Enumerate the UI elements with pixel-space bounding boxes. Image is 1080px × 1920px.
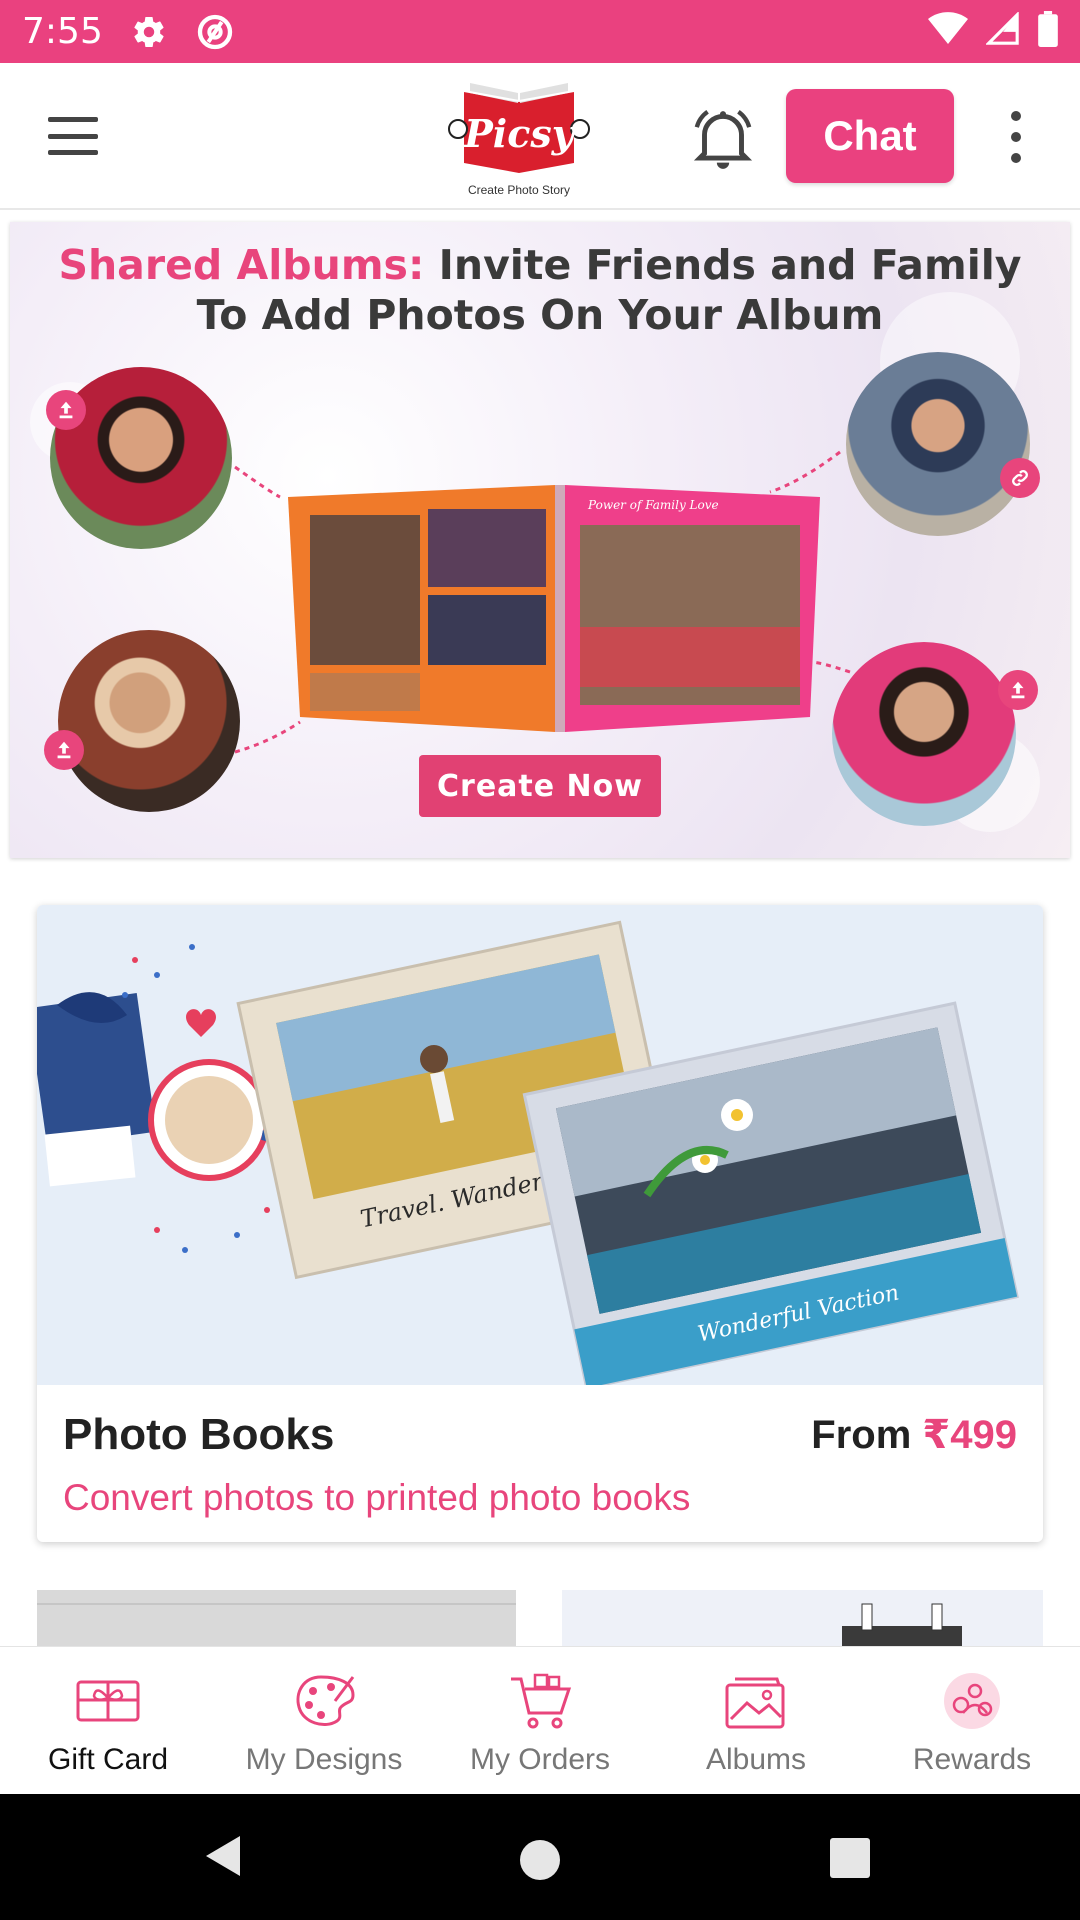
price-prefix: From	[811, 1413, 912, 1457]
hamburger-menu-icon[interactable]	[44, 111, 102, 161]
nav-albums[interactable]: Albums	[648, 1647, 864, 1794]
card-subtitle: Convert photos to printed photo books	[63, 1477, 691, 1518]
next-product-tile[interactable]	[37, 1590, 516, 1648]
nav-label: Gift Card	[47, 1743, 169, 1776]
at-sign-icon	[195, 12, 235, 52]
status-time: 7:55	[22, 11, 103, 52]
overflow-menu-icon[interactable]	[996, 107, 1036, 167]
status-bar: 7:55	[0, 0, 1080, 63]
rewards-icon	[939, 1671, 1005, 1731]
status-right	[928, 11, 1058, 52]
nav-gift-card[interactable]: Gift Card	[0, 1647, 216, 1794]
home-icon[interactable]	[516, 1836, 564, 1884]
logo-tagline: Create Photo Story	[467, 183, 571, 197]
wifi-icon	[928, 12, 968, 51]
price-amount: ₹499	[922, 1413, 1017, 1457]
create-now-button[interactable]: Create Now	[419, 755, 661, 817]
shared-albums-banner[interactable]: Shared Albums: Invite Friends and Family…	[10, 222, 1070, 858]
card-price: From ₹499	[811, 1412, 1017, 1458]
photo-books-image: Travel. Wander. Repeat. Wonderful Vactio…	[37, 905, 1043, 1385]
palette-icon	[291, 1671, 357, 1731]
notification-bell-icon[interactable]	[686, 101, 760, 175]
cart-icon	[507, 1671, 573, 1731]
card-title: Photo Books	[63, 1410, 335, 1459]
nav-label: Albums	[705, 1743, 807, 1776]
book-page-caption: Power of Family Love	[587, 498, 719, 512]
gift-card-icon	[75, 1671, 141, 1731]
nav-my-designs[interactable]: My Designs	[216, 1647, 432, 1794]
settings-icon	[131, 14, 167, 50]
nav-label: Rewards	[912, 1743, 1032, 1776]
picsy-logo[interactable]: Picsy Create Photo Story	[444, 73, 594, 201]
nav-rewards[interactable]: Rewards	[864, 1647, 1080, 1794]
bottom-navigation: Gift Card My Designs My Orders Albums Re…	[0, 1646, 1080, 1794]
photo-books-card[interactable]: Travel. Wander. Repeat. Wonderful Vactio…	[37, 905, 1043, 1542]
nav-my-orders[interactable]: My Orders	[432, 1647, 648, 1794]
next-product-tile[interactable]	[562, 1590, 1043, 1648]
chat-button[interactable]: Chat	[786, 89, 954, 183]
back-icon[interactable]	[200, 1832, 248, 1880]
photo-book-illustration: Power of Family Love	[288, 485, 820, 732]
nav-label: My Designs	[245, 1743, 403, 1776]
album-icon	[723, 1671, 789, 1731]
signal-icon	[985, 11, 1020, 51]
logo-text: Picsy	[463, 111, 577, 156]
nav-label: My Orders	[469, 1743, 610, 1776]
battery-icon	[1038, 11, 1058, 52]
recents-icon[interactable]	[828, 1836, 872, 1880]
system-navigation-bar	[0, 1794, 1080, 1920]
app-bar: Picsy Create Photo Story Chat	[0, 63, 1080, 210]
